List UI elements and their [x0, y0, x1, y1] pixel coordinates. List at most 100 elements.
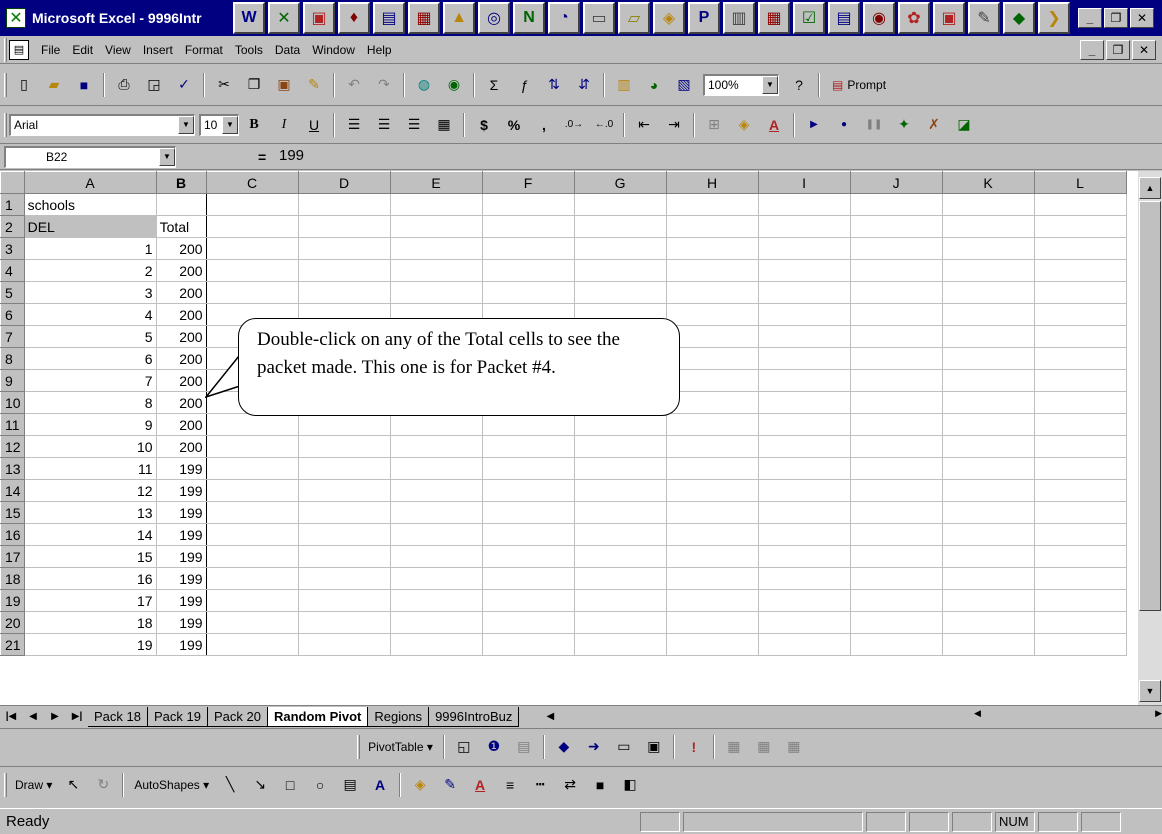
cell-a[interactable]: 6	[23, 347, 157, 370]
decrease-indent-icon[interactable]: ⇤	[632, 113, 656, 137]
cell[interactable]	[573, 611, 667, 634]
table-row[interactable]: 2 DEL Total	[0, 215, 1127, 238]
cell[interactable]	[573, 501, 667, 524]
cell[interactable]	[1033, 435, 1127, 458]
cell[interactable]	[297, 479, 391, 502]
cell[interactable]	[481, 237, 575, 260]
row-header[interactable]: 6	[0, 303, 25, 326]
chevron-down-icon[interactable]: ▼	[178, 115, 194, 134]
cell[interactable]	[573, 589, 667, 612]
cell-b[interactable]: 200	[155, 281, 207, 304]
cell[interactable]	[1033, 633, 1127, 656]
tools-icon[interactable]: ✗	[922, 113, 946, 137]
cell[interactable]	[941, 523, 1035, 546]
tab-9996introbuz[interactable]: 9996IntroBuz	[429, 706, 520, 727]
doc-minimize-icon[interactable]: _	[1080, 40, 1104, 60]
increase-decimal-icon[interactable]: .0→	[562, 113, 586, 137]
cell[interactable]	[941, 347, 1035, 370]
decrease-decimal-icon[interactable]: ←.0	[592, 113, 616, 137]
contacts-icon[interactable]: ▥	[723, 2, 755, 34]
autoshapes-menu-button[interactable]: AutoShapes ▾	[128, 778, 215, 792]
row-header[interactable]: 11	[0, 413, 25, 436]
cell[interactable]	[849, 589, 943, 612]
fill-color-icon[interactable]: ◈	[732, 113, 756, 137]
new-icon[interactable]: ▯	[12, 73, 36, 97]
cell[interactable]	[205, 633, 299, 656]
tab-regions[interactable]: Regions	[368, 706, 430, 727]
pivot-grip[interactable]	[357, 734, 361, 759]
cell[interactable]	[389, 237, 483, 260]
drawing-grip[interactable]	[4, 772, 7, 797]
hscroll-left-icon[interactable]: ◀	[974, 708, 981, 726]
cell[interactable]	[205, 435, 299, 458]
align-center-icon[interactable]: ☰	[372, 113, 396, 137]
binder-icon[interactable]: ▲	[443, 2, 475, 34]
table-row[interactable]: 21 19 199	[0, 633, 1127, 656]
excel-icon[interactable]: ✕	[6, 8, 26, 28]
cell-b[interactable]: 199	[155, 457, 207, 480]
cell[interactable]	[757, 567, 851, 590]
cell[interactable]	[757, 435, 851, 458]
cell[interactable]	[1033, 567, 1127, 590]
cell[interactable]	[573, 215, 667, 238]
cell[interactable]	[941, 589, 1035, 612]
close-icon[interactable]: ✕	[1130, 8, 1154, 28]
cell[interactable]	[757, 633, 851, 656]
cell[interactable]	[849, 215, 943, 238]
cell[interactable]	[297, 259, 391, 282]
publisher-icon[interactable]: P	[688, 2, 720, 34]
undo-icon[interactable]: ↶	[342, 73, 366, 97]
cell[interactable]	[665, 215, 759, 238]
cell[interactable]	[389, 193, 483, 216]
italic-icon[interactable]: I	[272, 113, 296, 137]
cell[interactable]	[297, 611, 391, 634]
cell[interactable]	[205, 237, 299, 260]
menu-format[interactable]: Format	[179, 43, 229, 57]
tab-pack-18[interactable]: Pack 18	[88, 706, 148, 727]
cell-b[interactable]: 199	[155, 589, 207, 612]
comma-icon[interactable]: ,	[532, 113, 556, 137]
help-icon[interactable]: ?	[787, 73, 811, 97]
cell[interactable]	[849, 237, 943, 260]
cell-a[interactable]: 7	[23, 369, 157, 392]
cell[interactable]	[1033, 193, 1127, 216]
cell-a[interactable]: 4	[23, 303, 157, 326]
bold-icon[interactable]: B	[242, 113, 266, 137]
cell-a[interactable]: schools	[23, 193, 157, 216]
cell[interactable]	[205, 611, 299, 634]
cell[interactable]	[849, 347, 943, 370]
cell[interactable]	[757, 479, 851, 502]
table-row[interactable]: 17 15 199	[0, 545, 1127, 568]
chevron-down-icon[interactable]: ▼	[159, 148, 175, 166]
cell[interactable]	[757, 413, 851, 436]
cell[interactable]	[757, 369, 851, 392]
wordart-icon[interactable]: A	[368, 773, 392, 797]
cell-b[interactable]	[155, 193, 207, 216]
pause-icon[interactable]: ❚❚	[862, 113, 886, 137]
cell[interactable]	[941, 259, 1035, 282]
cell[interactable]	[1033, 479, 1127, 502]
cell[interactable]	[573, 457, 667, 480]
select-all-corner[interactable]	[0, 171, 25, 194]
chart-icon[interactable]: ▤	[373, 2, 405, 34]
cell[interactable]	[573, 545, 667, 568]
cell[interactable]	[665, 259, 759, 282]
cell[interactable]	[481, 479, 575, 502]
cell[interactable]	[481, 545, 575, 568]
cell-b[interactable]: 200	[155, 413, 207, 436]
cell[interactable]	[757, 281, 851, 304]
standard-grip[interactable]	[4, 72, 7, 97]
worksheet-grid[interactable]: A B C D E F G H I J K L 1 schools 2 DEL Tota…	[0, 171, 1162, 705]
cell[interactable]	[1033, 281, 1127, 304]
line-icon[interactable]: ╲	[218, 773, 242, 797]
cell[interactable]	[849, 633, 943, 656]
cell[interactable]	[665, 545, 759, 568]
cell[interactable]	[849, 501, 943, 524]
cell[interactable]	[389, 589, 483, 612]
menu-tools[interactable]: Tools	[229, 43, 269, 57]
cell[interactable]	[205, 479, 299, 502]
table-row[interactable]: 5 3 200	[0, 281, 1127, 304]
shadow-icon[interactable]: ■	[588, 773, 612, 797]
cell[interactable]	[665, 611, 759, 634]
cell-a[interactable]: 3	[23, 281, 157, 304]
